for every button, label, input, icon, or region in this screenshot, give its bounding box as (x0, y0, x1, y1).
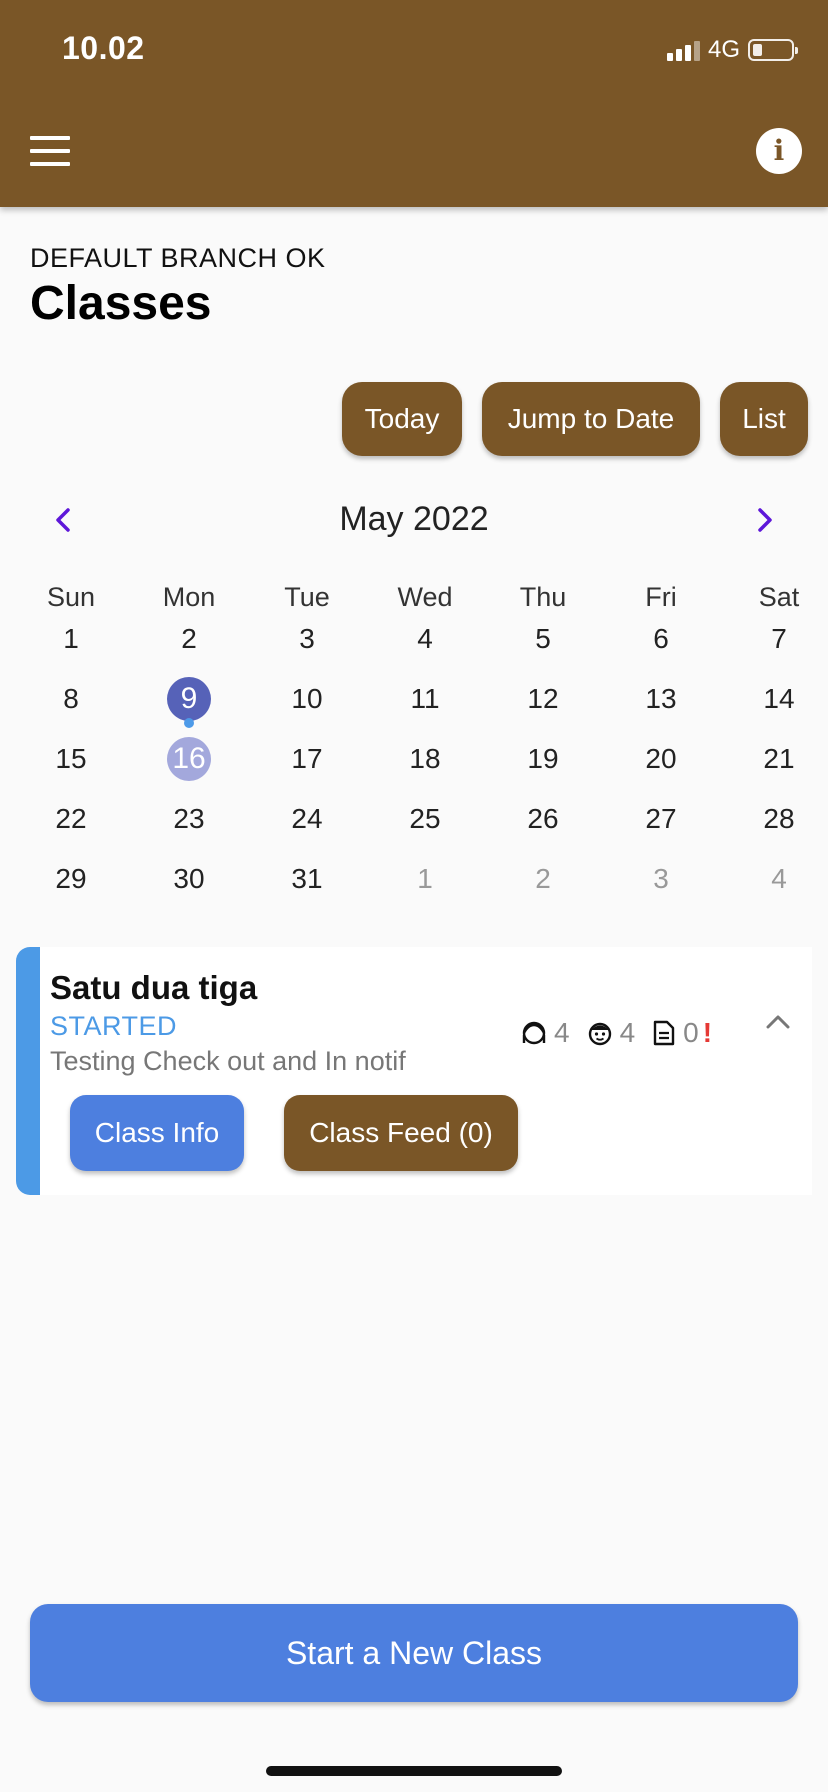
page-title: Classes (30, 277, 212, 330)
class-name: Satu dua tiga (50, 969, 258, 1006)
student-count: 4 (586, 1017, 635, 1049)
network-label: 4G (707, 36, 740, 63)
chevron-right-icon (758, 508, 772, 532)
calendar-day[interactable]: 4 (366, 614, 484, 664)
calendar-day[interactable]: 25 (366, 794, 484, 844)
calendar-day[interactable]: 6 (602, 614, 720, 664)
collapse-button[interactable] (758, 1003, 798, 1043)
status-indicators: 4G (666, 36, 798, 64)
list-button[interactable]: List (720, 382, 808, 456)
calendar-day[interactable]: 1 (12, 614, 130, 664)
calendar-day[interactable]: 17 (248, 734, 366, 784)
calendar-day[interactable]: 22 (12, 794, 130, 844)
calendar-day[interactable]: 8 (12, 674, 130, 724)
teacher-count: 4 (520, 1017, 570, 1049)
notes-count: 0 ! (651, 1017, 712, 1049)
hamburger-icon (30, 136, 70, 140)
calendar-day[interactable]: 16 (130, 734, 248, 784)
calendar-day[interactable]: 24 (248, 794, 366, 844)
info-button[interactable]: i (756, 128, 802, 174)
jump-to-date-button[interactable]: Jump to Date (482, 382, 700, 456)
teacher-icon (522, 1021, 546, 1045)
battery-icon (748, 39, 798, 61)
student-icon (588, 1022, 611, 1046)
calendar-day[interactable]: 31 (248, 854, 366, 904)
class-feed-button[interactable]: Class Feed (0) (284, 1095, 518, 1171)
calendar-day[interactable]: 13 (602, 674, 720, 724)
weekday-label: Fri (645, 582, 677, 612)
selected-day-marker: 9 (167, 677, 211, 721)
class-card[interactable]: Satu dua tiga STARTED Testing Check out … (16, 947, 812, 1195)
calendar-day[interactable]: 15 (12, 734, 130, 784)
calendar-day[interactable]: 20 (602, 734, 720, 784)
calendar-day[interactable]: 19 (484, 734, 602, 784)
calendar-day[interactable]: 4 (720, 854, 828, 904)
calendar-day[interactable]: 7 (720, 614, 828, 664)
calendar-day[interactable]: 1 (366, 854, 484, 904)
calendar-day[interactable]: 21 (720, 734, 828, 784)
calendar-day[interactable]: 30 (130, 854, 248, 904)
weekday-label: Wed (397, 582, 453, 612)
class-status: STARTED (50, 1011, 178, 1041)
weekday-label: Thu (519, 582, 567, 612)
calendar-day[interactable]: 2 (130, 614, 248, 664)
calendar-day[interactable]: 10 (248, 674, 366, 724)
calendar-day[interactable]: 26 (484, 794, 602, 844)
class-description: Testing Check out and In notif (50, 1046, 406, 1076)
calendar-day[interactable]: 3 (602, 854, 720, 904)
calendar-day[interactable]: 9 (130, 674, 248, 728)
class-stats: 4 4 0 ! (520, 1017, 728, 1049)
calendar-day[interactable]: 2 (484, 854, 602, 904)
alert-indicator: ! (702, 1017, 713, 1048)
event-dot (184, 718, 194, 728)
home-indicator (266, 1766, 562, 1776)
calendar-day[interactable]: 11 (366, 674, 484, 724)
calendar-day[interactable]: 5 (484, 614, 602, 664)
calendar-day[interactable]: 23 (130, 794, 248, 844)
branch-name: DEFAULT BRANCH OK (30, 243, 326, 273)
signal-icon (666, 39, 700, 61)
today-button[interactable]: Today (342, 382, 462, 456)
app-bar: 10.02 4G i (0, 0, 828, 207)
calendar-day[interactable]: 27 (602, 794, 720, 844)
next-month-button[interactable] (744, 500, 784, 540)
calendar-month-label: May 2022 (339, 500, 489, 538)
calendar-day[interactable]: 12 (484, 674, 602, 724)
weekday-label: Mon (162, 582, 216, 612)
document-icon (653, 1020, 675, 1046)
status-time: 10.02 (62, 30, 145, 66)
start-new-class-button[interactable]: Start a New Class (30, 1604, 798, 1702)
calendar-day[interactable]: 28 (720, 794, 828, 844)
weekday-label: Sat (758, 582, 800, 612)
class-info-button[interactable]: Class Info (70, 1095, 244, 1171)
weekday-label: Tue (284, 582, 330, 612)
today-marker: 16 (167, 737, 211, 781)
calendar-day[interactable]: 18 (366, 734, 484, 784)
info-icon: i (773, 134, 785, 167)
status-accent-bar (16, 947, 40, 1195)
calendar-day[interactable]: 3 (248, 614, 366, 664)
calendar-day[interactable]: 29 (12, 854, 130, 904)
menu-button[interactable] (30, 136, 70, 166)
chevron-up-icon (766, 1015, 790, 1029)
weekday-label: Sun (46, 582, 96, 612)
calendar-day[interactable]: 14 (720, 674, 828, 724)
